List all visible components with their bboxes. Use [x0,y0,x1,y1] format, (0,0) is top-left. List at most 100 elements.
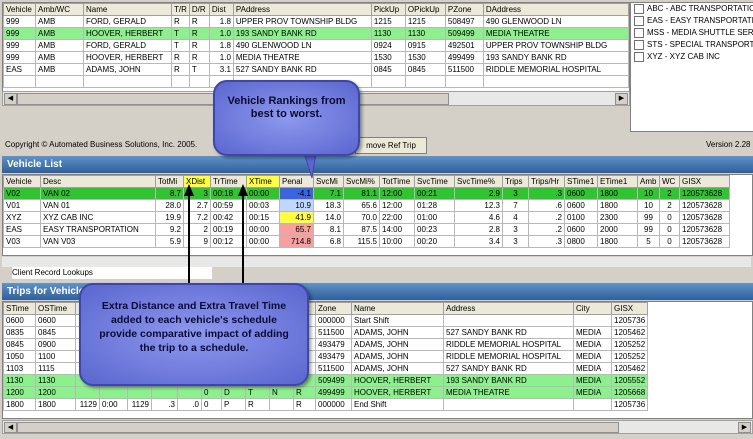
top-row[interactable]: EAS AMB ADAMS, JOHN R T 3.1 527 SANDY BANK RD 0… [3,63,629,76]
vehicle-cell: 0 [659,211,680,224]
provider-item[interactable]: EAS - EASY TRANSPORTATI [631,15,753,27]
vehicle-cell: 12:00 [379,199,415,212]
vehicle-cell: 115.5 [343,235,380,248]
top-col-header[interactable]: DAddress [482,3,629,16]
vehicle-col-header[interactable]: ETime1 [597,175,638,188]
top-trip-grid[interactable]: Vehicle Amb/WC Name T/R D/R Dist PAddress PickU… [2,2,630,92]
vehicle-cell: -4.1 [279,187,314,200]
top-col-header[interactable]: PZone [444,3,484,16]
trip-cell: 1205462 [610,362,649,375]
top-col-header[interactable]: Dist [208,3,234,16]
top-col-header[interactable]: PAddress [232,3,372,16]
vehicle-col-header[interactable]: STime1 [564,175,598,188]
vehicle-col-header[interactable]: SvcTime [414,175,455,188]
vehicle-cell: 8.7 [155,187,184,200]
vehicle-cell: XYZ CAB INC [40,211,156,224]
vehicle-col-header[interactable]: XDist [183,175,211,188]
vehicle-row[interactable]: V03 VAN V03 5.9 9 00:12 00:00 714.8 6.8 115.5 10:… [3,235,730,248]
vehicle-col-header[interactable]: TrTime [210,175,247,188]
top-row[interactable]: 999 AMB FORD, GERALD R R 1.8 UPPER PROV TOWNSH… [3,15,629,28]
vehicle-col-header[interactable]: Amb [637,175,660,188]
vehicle-cell: 99 [637,211,660,224]
vehicle-col-header[interactable]: Vehicle [3,175,41,188]
top-cell: AMB [35,51,84,64]
vehicle-col-header[interactable]: SvcMi [313,175,344,188]
vehicle-cell: 65.7 [279,223,314,236]
trips-col-header[interactable]: GISX [610,302,649,315]
vehicle-cell: 10:00 [379,235,415,248]
top-row[interactable]: 999 AMB HOOVER, HERBERT T R 1.0 193 SANDY BANK… [3,27,629,40]
trips-col-header[interactable]: OSTime [35,302,76,315]
top-cell: R [171,51,190,64]
vehicle-col-header[interactable]: SvcTime% [454,175,503,188]
top-cell: 999 [3,27,36,40]
scroll-right-icon[interactable]: ▶ [738,422,751,433]
trip-row[interactable]: 1200 1200 0 D T N R 499499 HOOVER, HERBERT MEDIA … [3,386,649,399]
top-col-header[interactable]: Amb/WC [35,3,84,16]
top-col-header[interactable]: PickUp [370,3,406,16]
trips-col-header[interactable]: Address [443,302,574,315]
provider-checkbox[interactable] [634,15,644,26]
trip-cell: 1115 [35,362,76,375]
top-row[interactable]: 999 AMB HOOVER, HERBERT R R 1.0 MEDIA THEATRE 1… [3,51,629,64]
vehicle-col-header[interactable]: WC [659,175,680,188]
vehicle-cell: 0600 [564,199,598,212]
provider-item[interactable]: XYZ - XYZ CAB INC [631,51,753,63]
trip-cell: 493479 [315,350,352,363]
empty-cell [404,75,446,88]
trip-cell [75,386,100,399]
trips-col-header[interactable]: Zone [315,302,352,315]
provider-item[interactable]: MSS - MEDIA SHUTTLE SERV [631,27,753,39]
remove-ref-trip-button[interactable]: move Ref Trip [355,137,427,154]
vehicle-col-header[interactable]: TotTime [379,175,415,188]
scroll-thumb[interactable] [17,422,619,433]
provider-checkbox[interactable] [634,3,644,14]
top-cell: R [188,51,210,64]
vehicle-col-header[interactable]: XTime [246,175,280,188]
trips-horizontal-scrollbar[interactable]: ◀ ▶ [2,420,753,434]
vehicle-col-header[interactable]: Trips [502,175,529,188]
vehicle-row[interactable]: V01 VAN 01 28.0 2.7 00:59 00:03 10.9 18.3 65.6 12… [3,199,730,212]
trip-cell [177,386,202,399]
scroll-left-icon[interactable]: ◀ [4,93,17,105]
provider-checkbox[interactable] [634,39,644,50]
vehicle-row[interactable]: V02 VAN 02 8.7 3 00:18 00:00 -4.1 7.1 81.1 12:00 0… [3,187,730,200]
vehicle-col-header[interactable]: GISX [679,175,730,188]
provider-item[interactable]: STS - SPECIAL TRANSPORT [631,39,753,51]
trip-cell: 000000 [315,398,352,411]
top-col-header[interactable]: Vehicle [3,3,36,16]
vehicle-row[interactable]: XYZ XYZ CAB INC 19.9 7.2 00:42 00:15 41.9 14.0 7… [3,211,730,224]
scroll-right-icon[interactable]: ▶ [615,93,628,105]
vehicle-col-header[interactable]: TotMi [155,175,184,188]
vehicle-cell: 7 [502,199,529,212]
top-col-header[interactable]: D/R [188,3,210,16]
client-record-lookups[interactable]: Client Record Lookups [12,267,212,279]
vehicle-cell: 714.8 [279,235,314,248]
top-col-header[interactable]: OPickUp [404,3,446,16]
vehicle-row[interactable]: EAS EASY TRANSPORTATION 9.2 2 00:19 00:00 65.7… [3,223,730,236]
top-col-header[interactable]: T/R [171,3,190,16]
trip-row[interactable]: 1800 1800 1129 0:00 1129.3.0 0 P R R 000000 End Sh… [3,398,649,411]
vehicle-list-scroll-strip [2,257,751,267]
top-cell: T [188,63,210,76]
trips-col-header[interactable]: City [573,302,612,315]
trips-col-header[interactable]: STime [3,302,36,315]
provider-checkbox[interactable] [634,27,644,38]
vehicle-cell: 9.2 [155,223,184,236]
trip-cell: R [245,398,270,411]
provider-item[interactable]: ABC - ABC TRANSPORTATIO [631,3,753,15]
vehicle-col-header[interactable]: Desc [40,175,156,188]
provider-checkbox[interactable] [634,51,644,62]
vehicle-col-header[interactable]: Trips/Hr [528,175,565,188]
top-cell: HOOVER, HERBERT [83,51,172,64]
version-text: Version 2.28 [706,140,751,149]
top-row[interactable]: 999 AMB FORD, GERALD T R 1.8 490 GLENWOOD LN 09… [3,39,629,52]
vehicle-col-header[interactable]: Penal [279,175,314,188]
vehicle-list-grid[interactable]: Vehicle Desc TotMi XDist TrTime XTime Penal Svc… [2,174,753,256]
top-col-header[interactable]: Name [83,3,172,16]
trips-col-header[interactable]: Name [351,302,444,315]
vehicle-cell: VAN V03 [40,235,156,248]
scroll-left-icon[interactable]: ◀ [4,422,17,433]
vehicle-list-title: Vehicle List [2,156,753,173]
vehicle-col-header[interactable]: SvcMi% [343,175,380,188]
